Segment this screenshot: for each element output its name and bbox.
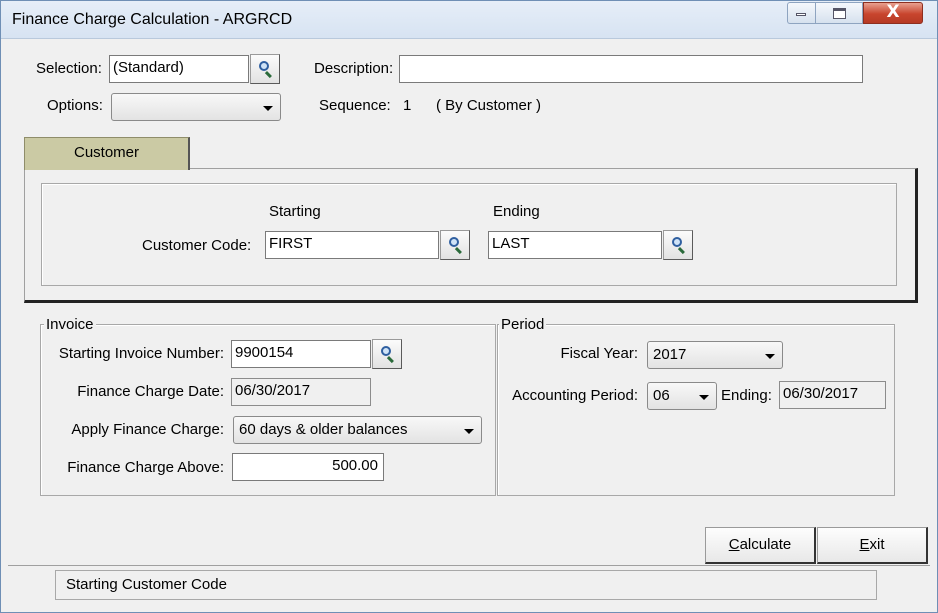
sequence-label: Sequence: xyxy=(319,97,391,114)
invoice-legend: Invoice xyxy=(44,316,96,333)
customer-code-label: Customer Code: xyxy=(142,237,252,254)
finance-charge-date-label: Finance Charge Date: xyxy=(77,383,224,400)
apply-finance-charge-value: 60 days & older balances xyxy=(239,421,408,438)
fiscal-year-value: 2017 xyxy=(653,346,687,363)
description-label: Description: xyxy=(314,60,394,77)
close-icon: X xyxy=(886,2,900,22)
minimize-icon xyxy=(796,13,806,16)
magnifier-handle xyxy=(386,356,394,364)
calculate-button[interactable]: Calculate xyxy=(705,527,816,564)
starting-header: Starting xyxy=(269,203,321,220)
options-label: Options: xyxy=(47,97,103,114)
finance-charge-above-input[interactable]: 500.00 xyxy=(232,453,384,481)
magnifier-handle xyxy=(264,71,272,79)
magnifier-icon xyxy=(449,237,459,247)
period-ending-field: 06/30/2017 xyxy=(779,381,886,409)
magnifier-icon xyxy=(672,237,682,247)
chevron-down-icon xyxy=(699,395,709,400)
exit-accelerator: E xyxy=(859,536,870,553)
selection-label: Selection: xyxy=(36,60,102,77)
maximize-icon xyxy=(833,8,846,19)
calculate-accelerator: C xyxy=(728,536,740,553)
ending-customer-code-input[interactable]: LAST xyxy=(488,231,662,259)
finance-charge-above-label: Finance Charge Above: xyxy=(67,459,224,476)
period-ending-label: Ending: xyxy=(721,387,772,404)
chevron-down-icon xyxy=(765,354,775,359)
calculate-label: alculate xyxy=(739,536,792,553)
apply-finance-charge-label: Apply Finance Charge: xyxy=(71,421,224,438)
ending-header: Ending xyxy=(493,203,540,220)
accounting-period-value: 06 xyxy=(653,387,670,404)
exit-button[interactable]: Exit xyxy=(817,527,928,564)
chevron-down-icon xyxy=(263,106,273,111)
close-button[interactable]: X xyxy=(863,2,923,24)
title-bar[interactable]: Finance Charge Calculation - ARGRCD X xyxy=(1,1,937,39)
tab-customer[interactable]: Customer xyxy=(24,137,190,170)
magnifier-icon xyxy=(381,346,391,356)
chevron-down-icon xyxy=(464,429,474,434)
client-area: Selection: (Standard) Description: Optio… xyxy=(8,40,930,606)
fiscal-year-label: Fiscal Year: xyxy=(560,345,638,362)
sequence-note: ( By Customer ) xyxy=(436,97,542,114)
selection-lookup-button[interactable] xyxy=(250,54,280,84)
ending-customer-lookup-button[interactable] xyxy=(663,230,693,260)
customer-tab-panel: Starting Ending Customer Code: FIRST LAS… xyxy=(24,168,918,303)
status-text: Starting Customer Code xyxy=(55,570,877,600)
magnifier-handle xyxy=(677,247,685,255)
magnifier-icon xyxy=(259,61,269,71)
period-legend: Period xyxy=(499,316,547,333)
maximize-button[interactable] xyxy=(815,2,863,24)
main-window: Finance Charge Calculation - ARGRCD X Se… xyxy=(0,0,938,613)
options-dropdown[interactable] xyxy=(111,93,281,121)
status-bar: Starting Customer Code xyxy=(8,565,930,606)
starting-invoice-label: Starting Invoice Number: xyxy=(58,345,224,362)
starting-customer-lookup-button[interactable] xyxy=(440,230,470,260)
finance-charge-date-field: 06/30/2017 xyxy=(231,378,371,406)
apply-finance-charge-dropdown[interactable]: 60 days & older balances xyxy=(233,416,482,444)
exit-label: xit xyxy=(869,536,885,553)
window-title: Finance Charge Calculation - ARGRCD xyxy=(12,11,293,28)
accounting-period-label: Accounting Period: xyxy=(512,387,638,404)
selection-input[interactable]: (Standard) xyxy=(109,55,249,83)
invoice-lookup-button[interactable] xyxy=(372,339,402,369)
minimize-button[interactable] xyxy=(787,2,815,24)
description-input[interactable] xyxy=(399,55,863,83)
sequence-value: 1 xyxy=(403,97,412,114)
accounting-period-dropdown[interactable]: 06 xyxy=(647,382,717,410)
starting-customer-code-input[interactable]: FIRST xyxy=(265,231,439,259)
magnifier-handle xyxy=(454,247,462,255)
starting-invoice-input[interactable]: 9900154 xyxy=(231,340,371,368)
fiscal-year-dropdown[interactable]: 2017 xyxy=(647,341,783,369)
